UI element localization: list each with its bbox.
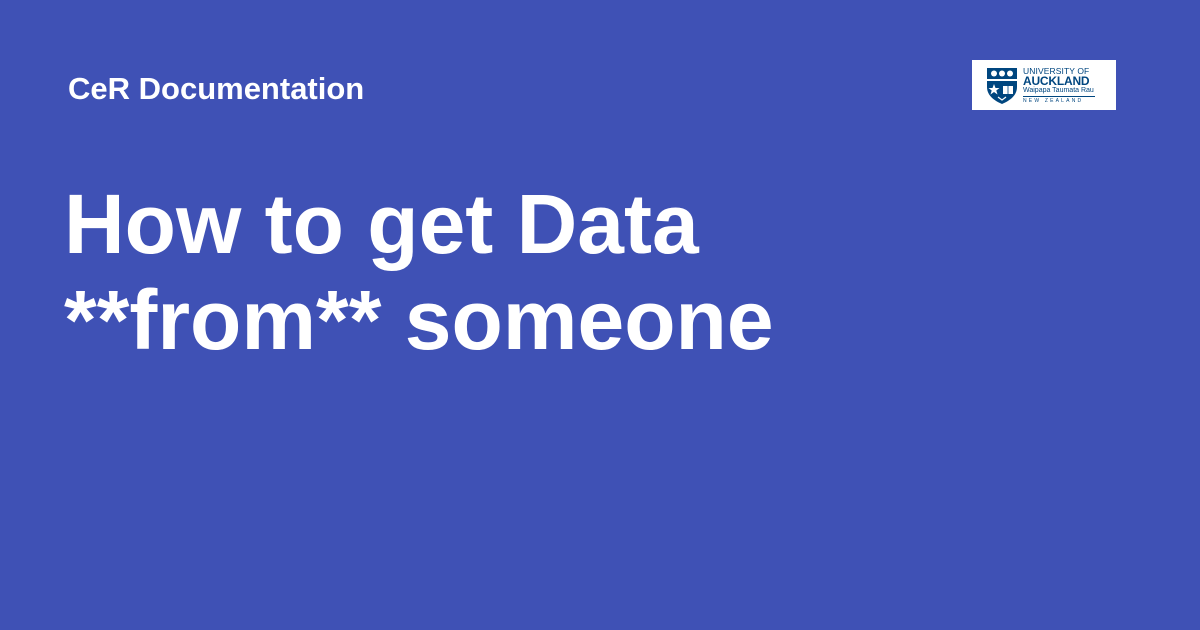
- logo-divider: [1023, 96, 1095, 97]
- logo-wordmark: UNIVERSITY OF AUCKLAND Waipapa Taumata R…: [1023, 67, 1095, 104]
- page-title-line-1: How to get Data: [64, 177, 699, 271]
- crest-icon: [987, 67, 1017, 104]
- logo-line-maori-name: Waipapa Taumata Rau: [1023, 87, 1094, 94]
- university-logo: UNIVERSITY OF AUCKLAND Waipapa Taumata R…: [972, 60, 1116, 110]
- page-title: How to get Data **from** someone: [64, 176, 964, 368]
- logo-line-country: NEW ZEALAND: [1023, 98, 1084, 104]
- logo-line-auckland: AUCKLAND: [1023, 74, 1090, 88]
- page-title-line-2: **from** someone: [64, 273, 774, 367]
- site-name: CeR Documentation: [68, 71, 365, 106]
